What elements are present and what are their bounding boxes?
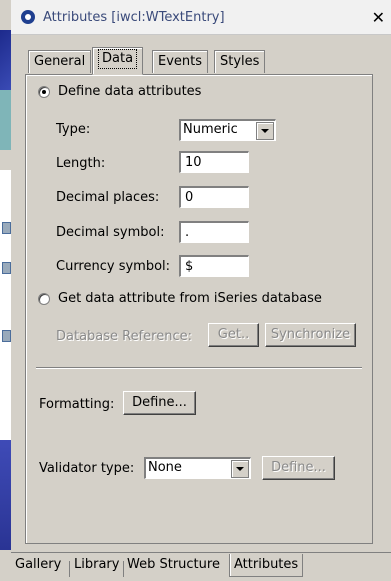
type-select[interactable]: Numeric xyxy=(179,119,276,141)
data-tab-panel: Define data attributes Type: Numeric Len… xyxy=(25,74,373,544)
background-window-strip xyxy=(0,0,11,580)
tab-events[interactable]: Events xyxy=(152,50,209,73)
title-bar: Attributes [iwcl:WTextEntry] ✕ xyxy=(11,0,391,35)
separator xyxy=(36,367,362,369)
background-item-icon xyxy=(2,222,11,234)
tab-gallery[interactable]: Gallery xyxy=(15,557,61,572)
tab-divider xyxy=(69,561,70,577)
formatting-label: Formatting: xyxy=(39,397,115,412)
tab-divider xyxy=(123,561,124,577)
length-field[interactable]: 10 xyxy=(179,151,249,173)
validator-type-label: Validator type: xyxy=(39,461,135,476)
currency-symbol-field[interactable]: $ xyxy=(179,255,249,277)
synchronize-button[interactable]: Synchronize xyxy=(265,323,356,347)
background-list-area xyxy=(0,170,11,440)
close-icon[interactable]: ✕ xyxy=(372,8,385,27)
get-button[interactable]: Get.. xyxy=(208,323,259,347)
validator-define-button[interactable]: Define... xyxy=(262,456,335,480)
bottom-view-tabs: Gallery Library Web Structure Attributes xyxy=(11,552,391,581)
validator-type-value: None xyxy=(148,460,182,475)
type-select-value: Numeric xyxy=(183,122,238,137)
tab-styles[interactable]: Styles xyxy=(214,50,266,73)
tab-general-label: General xyxy=(34,54,86,69)
define-data-radio[interactable] xyxy=(38,86,50,98)
tab-web-structure[interactable]: Web Structure xyxy=(127,557,220,572)
tab-attributes[interactable]: Attributes xyxy=(229,554,304,577)
type-label: Type: xyxy=(56,122,91,137)
tab-general[interactable]: General xyxy=(28,50,92,73)
background-item-icon xyxy=(2,330,11,342)
attributes-view-icon xyxy=(21,10,35,24)
tab-data-label: Data xyxy=(98,49,138,69)
tab-events-label: Events xyxy=(158,54,203,69)
decimal-symbol-label: Decimal symbol: xyxy=(56,225,165,240)
tab-library[interactable]: Library xyxy=(74,557,119,572)
tab-data[interactable]: Data xyxy=(92,47,144,75)
window-title: Attributes [iwcl:WTextEntry] xyxy=(43,9,225,25)
decimal-symbol-field[interactable]: . xyxy=(179,221,249,243)
decimal-places-field[interactable]: 0 xyxy=(179,186,249,208)
background-item-icon xyxy=(2,262,11,274)
iseries-database-radio[interactable] xyxy=(38,293,50,305)
background-navy-area xyxy=(0,30,11,90)
currency-symbol-label: Currency symbol: xyxy=(56,259,171,274)
chevron-down-icon[interactable] xyxy=(231,460,249,478)
background-lower-area xyxy=(0,440,11,550)
length-label: Length: xyxy=(56,156,106,171)
tab-styles-label: Styles xyxy=(220,54,260,69)
validator-type-select[interactable]: None xyxy=(144,457,251,479)
chevron-down-icon[interactable] xyxy=(256,122,274,140)
iseries-database-radio-label: Get data attribute from iSeries database xyxy=(58,291,322,306)
define-data-radio-label: Define data attributes xyxy=(58,84,202,99)
database-reference-label: Database Reference: xyxy=(56,329,193,344)
decimal-places-label: Decimal places: xyxy=(56,190,160,205)
formatting-define-button[interactable]: Define... xyxy=(123,391,196,415)
